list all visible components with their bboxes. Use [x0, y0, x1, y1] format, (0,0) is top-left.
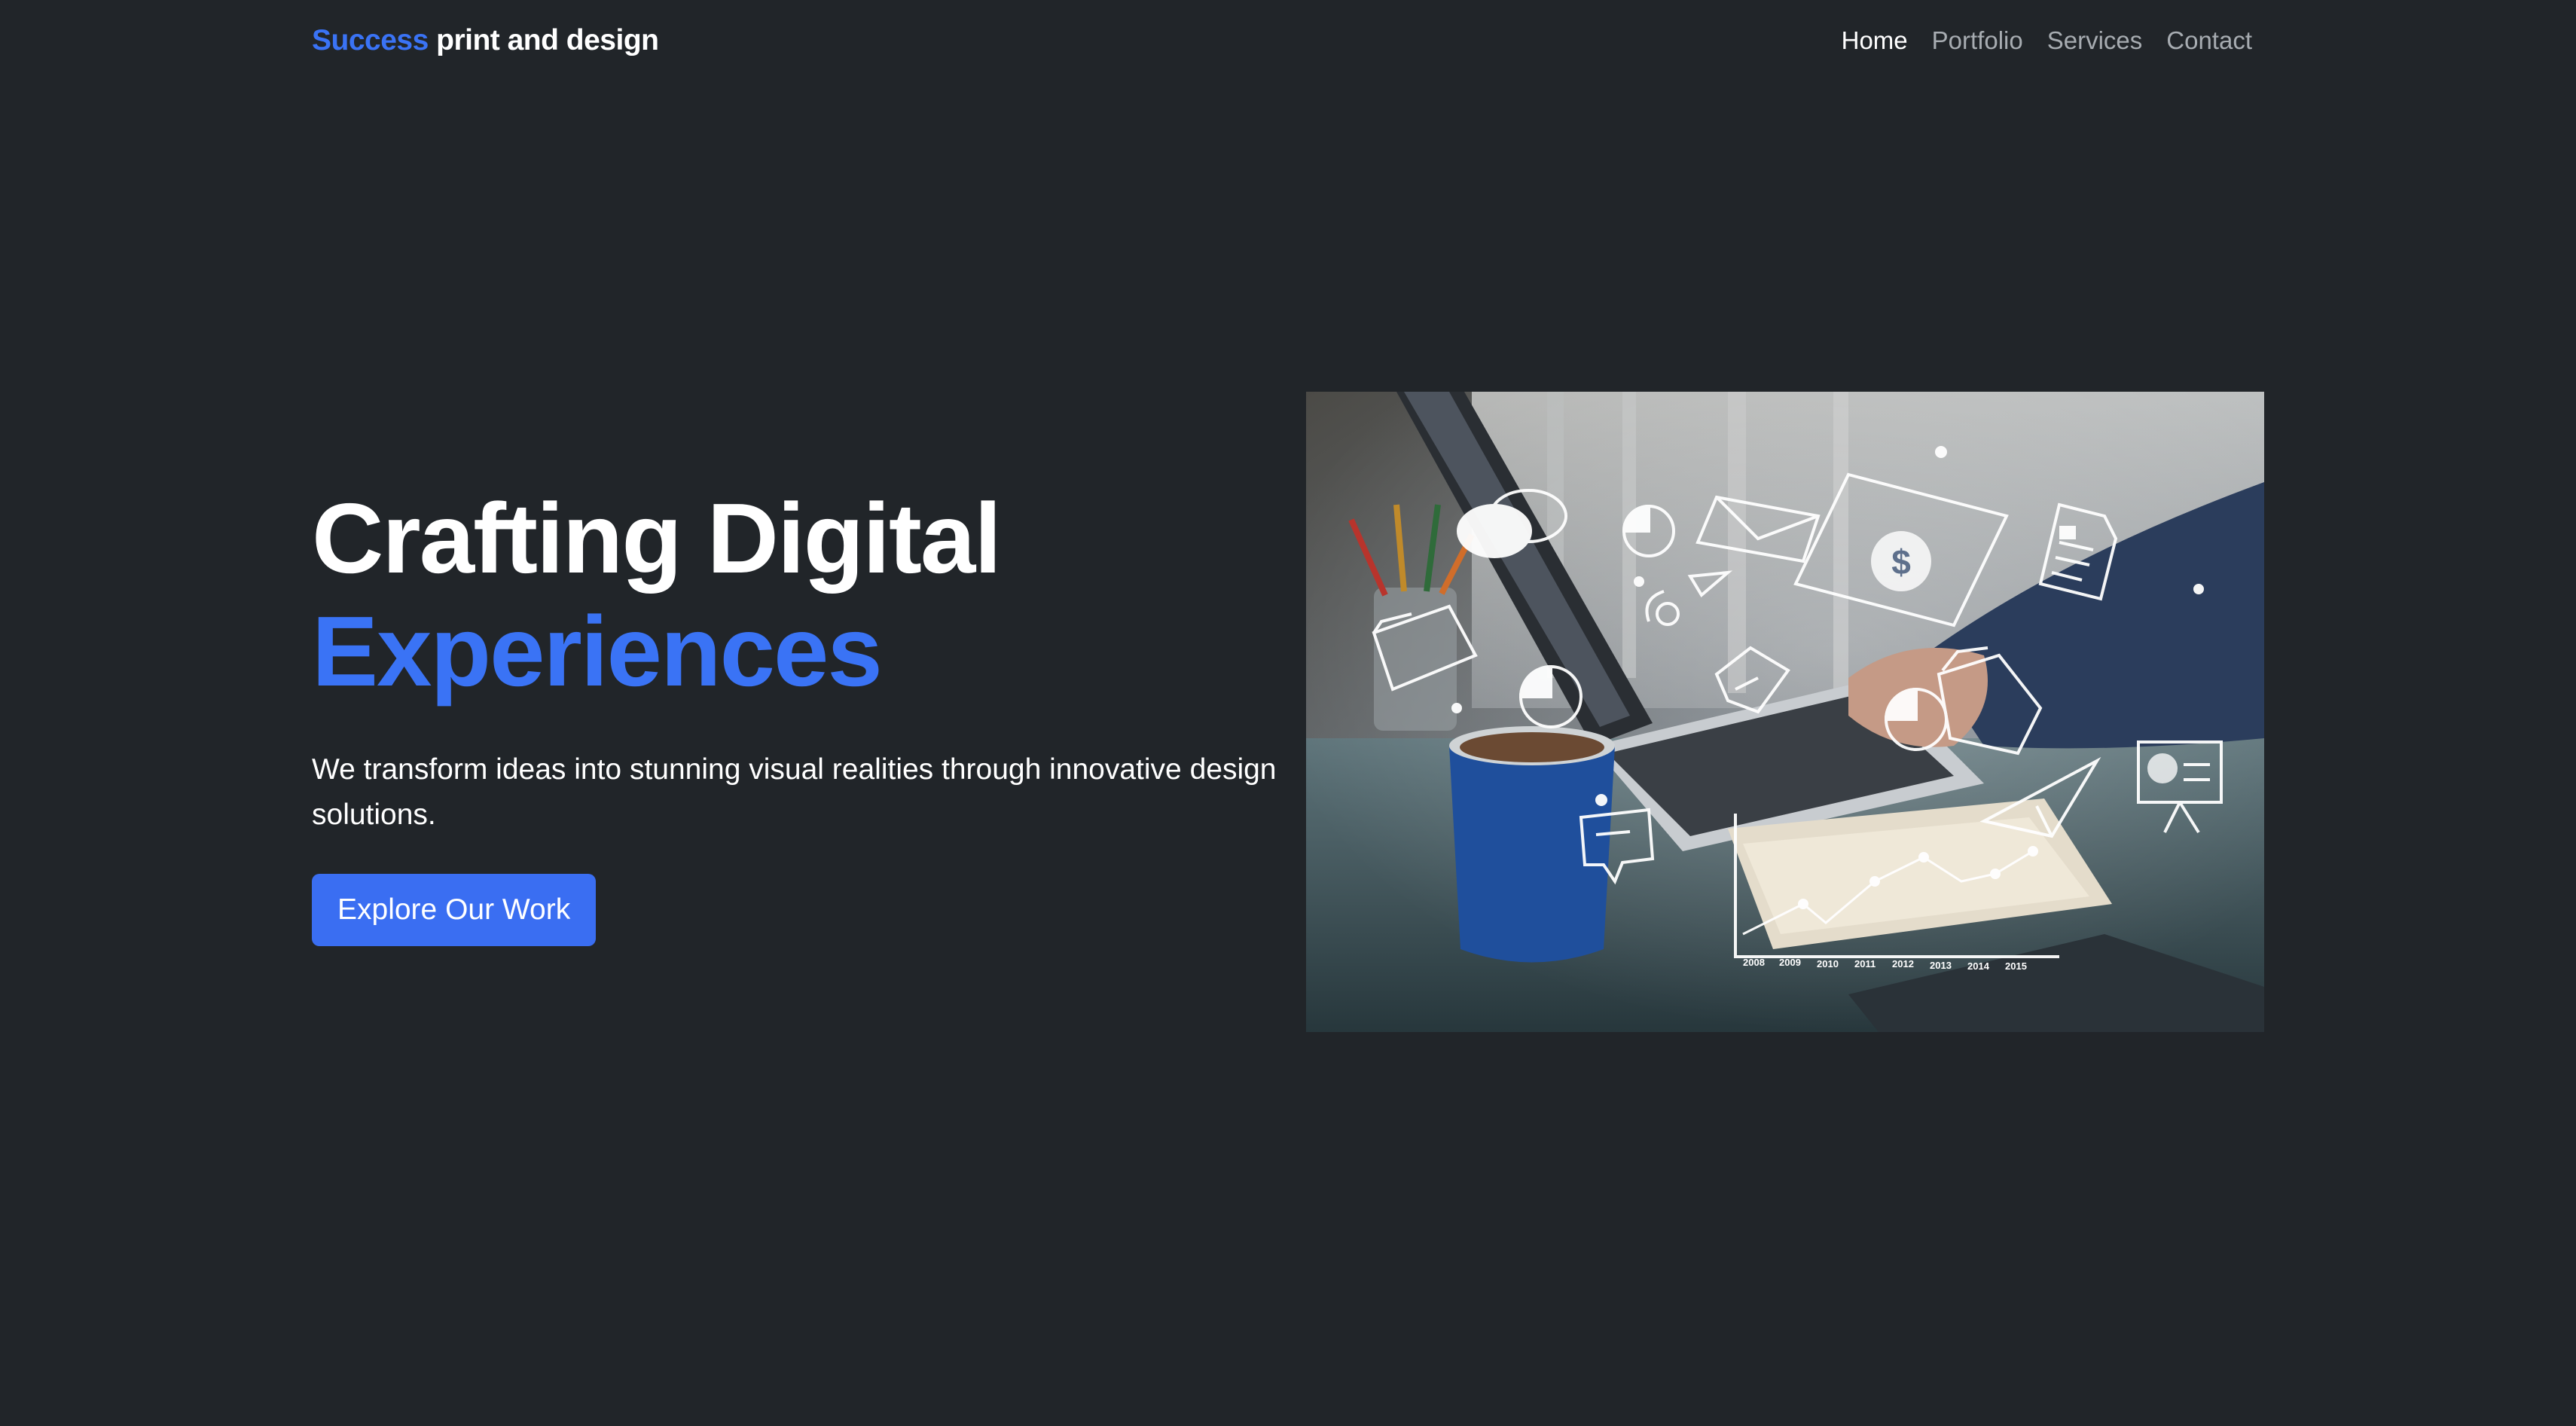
chart-year-label: 2014 [1967, 960, 1990, 972]
hero-title: Crafting Digital Experiences [312, 482, 1291, 708]
hero-subtitle: We transform ideas into stunning visual … [312, 753, 1277, 831]
chart-year-label: 2008 [1743, 957, 1765, 968]
svg-text:$: $ [1891, 542, 1911, 582]
navbar: Success print and design Home Portfolio … [0, 0, 2576, 80]
hero-photo: $ 2008 2009 2010 2011 2012 2013 2014 201… [1306, 392, 2264, 1032]
nav-link-home[interactable]: Home [1842, 23, 1908, 59]
chart-year-label: 2011 [1854, 958, 1876, 969]
chart-year-label: 2010 [1817, 958, 1839, 969]
nav-link-contact[interactable]: Contact [2166, 23, 2252, 59]
nav-link-portfolio[interactable]: Portfolio [1932, 23, 2023, 59]
chart-year-label: 2009 [1779, 957, 1801, 968]
brand-accent: Success [312, 24, 429, 56]
hero-text: Crafting Digital Experiences We transfor… [312, 482, 1291, 946]
brand-logo[interactable]: Success print and design [312, 21, 659, 60]
main-nav: Home Portfolio Services Contact [1842, 23, 2252, 59]
hero-title-line1: Crafting Digital [312, 483, 1002, 594]
chart-year-label: 2013 [1930, 960, 1952, 971]
hero-title-line2: Experiences [312, 596, 883, 707]
nav-link-services[interactable]: Services [2047, 23, 2143, 59]
explore-work-button[interactable]: Explore Our Work [312, 874, 597, 946]
hero-image: $ 2008 2009 2010 2011 2012 2013 2014 201… [1306, 392, 2264, 1032]
chart-year-label: 2012 [1892, 958, 1914, 969]
chart-year-label: 2015 [2005, 960, 2027, 972]
brand-rest: print and design [436, 24, 659, 56]
